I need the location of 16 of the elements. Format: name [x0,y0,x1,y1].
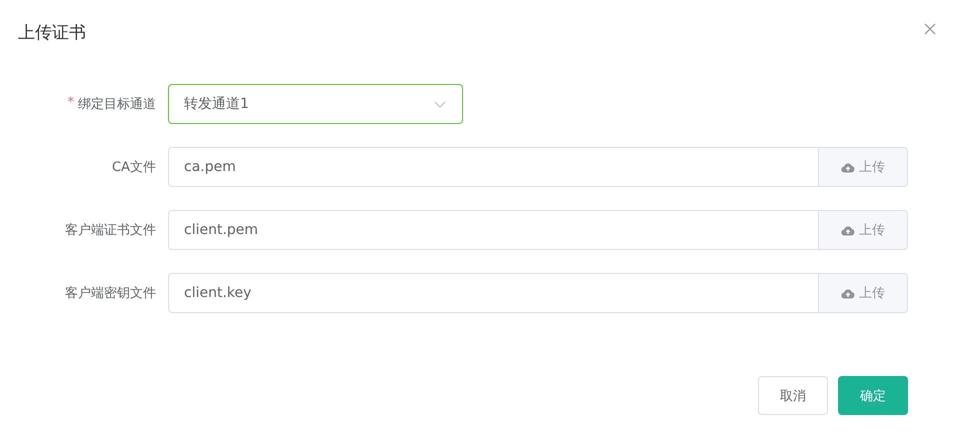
input-field[interactable]: client.key [168,273,818,313]
field-label: 客户端证书文件 [65,222,156,239]
chevron-down-icon [434,100,446,108]
input-field[interactable]: ca.pem [168,147,818,187]
cloud-upload-icon [841,162,855,172]
cloud-upload-icon [841,224,855,236]
required-mark: * [68,95,74,112]
field-label: 客户端密钥文件 [65,285,156,302]
cloud-upload-icon [841,288,855,298]
dialog-title: 上传证书 [18,22,86,44]
field-label: CA文件 [112,159,156,176]
select-field[interactable]: 转发通道1 [168,84,463,124]
input-field[interactable]: client.pem [168,210,818,250]
close-icon[interactable] [924,23,936,35]
cancel-button[interactable]: 取消 [758,376,828,415]
field-label: 绑定目标通道 [78,96,156,113]
